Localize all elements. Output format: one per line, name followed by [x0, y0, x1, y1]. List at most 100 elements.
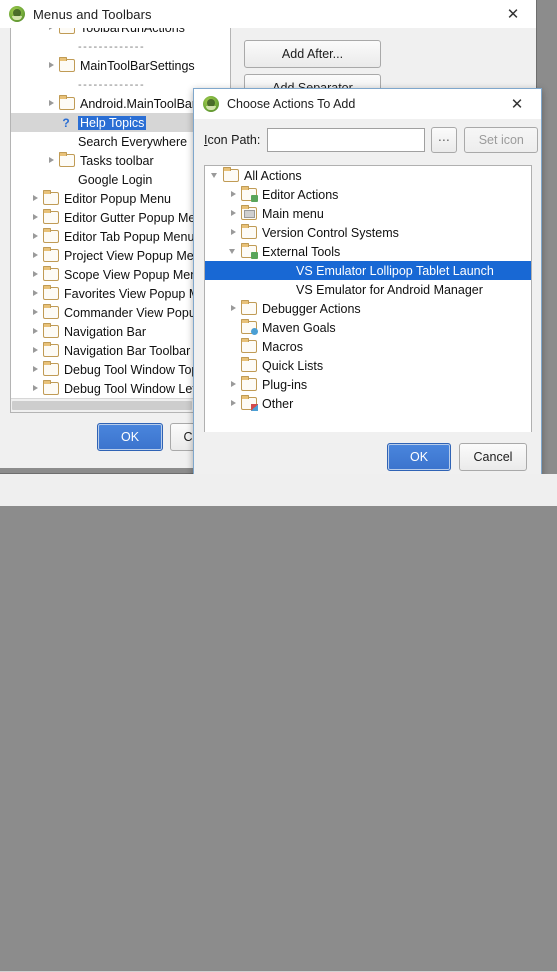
close-icon[interactable]: ✕ [490, 0, 536, 28]
set-icon-button[interactable]: Set icon [464, 127, 539, 153]
tree-row[interactable]: Editor Actions [205, 185, 531, 204]
tree-row[interactable]: Other [205, 394, 531, 413]
folder-icon [43, 209, 59, 224]
chevron-right-icon[interactable] [47, 99, 56, 108]
tree-row-label: ToolbarRunActions [80, 28, 185, 35]
tree-row-label: Navigation Bar [64, 324, 146, 339]
tree-row[interactable]: Plug-ins [205, 375, 531, 394]
chevron-right-icon[interactable] [31, 365, 40, 374]
folder-icon [43, 380, 59, 395]
browse-icon-button[interactable]: ⋯ [431, 127, 458, 153]
chevron-right-icon[interactable] [47, 156, 56, 165]
tree-row-label: Debugger Actions [262, 301, 361, 316]
folder-icon [43, 266, 59, 281]
tree-row[interactable]: Maven Goals [205, 318, 531, 337]
tree-row[interactable]: Debugger Actions [205, 299, 531, 318]
folder-icon [43, 361, 59, 376]
add-after-button[interactable]: Add After... [244, 40, 381, 68]
inner-cancel-button[interactable]: Cancel [459, 443, 527, 471]
chevron-right-icon[interactable] [31, 289, 40, 298]
icon-path-label: Icon Path: [204, 133, 260, 147]
dialog-title: Choose Actions To Add [227, 97, 356, 111]
tree-row-label: Help Topics [78, 115, 147, 130]
inner-ok-button[interactable]: OK [387, 443, 451, 471]
tree-row[interactable]: External Tools [205, 242, 531, 261]
tree-row[interactable]: ToolbarRunActions [11, 28, 230, 37]
chevron-right-icon[interactable] [31, 308, 40, 317]
chevron-right-icon[interactable] [31, 346, 40, 355]
tree-row-label: ------------- [78, 40, 146, 53]
outer-titlebar: Menus and Toolbars ✕ [0, 0, 536, 28]
icon-path-input[interactable] [267, 128, 426, 152]
folder-green-icon [241, 186, 258, 202]
icon-path-row: Icon Path: ⋯ Set icon [194, 119, 541, 161]
idea-app-icon [9, 6, 25, 22]
folder-icon [43, 190, 59, 205]
choose-actions-to-add-dialog: Choose Actions To Add ✕ Icon Path: ⋯ Set… [193, 88, 542, 497]
tree-row-label: Other [262, 396, 294, 411]
tree-row-label: Maven Goals [262, 320, 336, 335]
tree-row-label: Project View Popup Menu [64, 248, 208, 263]
tree-row-label: Plug-ins [262, 377, 308, 392]
tree-row[interactable]: Version Control Systems [205, 223, 531, 242]
tree-row-label: Editor Gutter Popup Menu [64, 210, 210, 225]
folder-multi-icon [241, 395, 258, 411]
folder-icon [43, 342, 59, 357]
tree-row[interactable]: VS Emulator Lollipop Tablet Launch [205, 261, 531, 280]
chevron-right-icon[interactable] [229, 380, 238, 389]
tree-row-label: VS Emulator for Android Manager [296, 282, 483, 297]
inner-titlebar: Choose Actions To Add ✕ [194, 89, 541, 119]
tree-row-label: Main menu [262, 206, 324, 221]
chevron-down-icon[interactable] [229, 247, 238, 256]
chevron-right-icon[interactable] [47, 61, 56, 70]
tree-row-label: Search Everywhere [78, 134, 188, 149]
tree-row[interactable]: MainToolBarSettings [11, 56, 230, 75]
outer-ok-button[interactable]: OK [97, 423, 163, 451]
chevron-right-icon[interactable] [47, 28, 56, 32]
chevron-right-icon[interactable] [31, 194, 40, 203]
folder-icon [241, 224, 257, 239]
tree-row[interactable]: All Actions [205, 166, 531, 185]
idea-app-icon [203, 96, 219, 112]
tree-row[interactable]: Macros [205, 337, 531, 356]
chevron-right-icon[interactable] [31, 327, 40, 336]
page-bottom-area [0, 474, 557, 972]
tree-row[interactable]: VS Emulator for Android Manager [205, 280, 531, 299]
folder-icon [43, 323, 59, 338]
chevron-right-icon[interactable] [229, 228, 238, 237]
chevron-right-icon[interactable] [229, 190, 238, 199]
chevron-right-icon[interactable] [31, 251, 40, 260]
folder-icon [59, 28, 75, 34]
folder-icon [43, 247, 59, 262]
tree-row-label: Editor Tab Popup Menu [64, 229, 195, 244]
chevron-right-icon[interactable] [229, 399, 238, 408]
chevron-right-icon[interactable] [229, 304, 238, 313]
folder-icon [241, 300, 257, 315]
chevron-right-icon[interactable] [31, 213, 40, 222]
close-icon[interactable]: ✕ [499, 89, 535, 119]
icon-path-label-rest: con Path: [207, 133, 261, 147]
tree-row-label: ------------- [78, 78, 146, 91]
tree-row[interactable]: ------------- [11, 37, 230, 56]
chevron-down-icon[interactable] [211, 171, 220, 180]
tree-row-label: VS Emulator Lollipop Tablet Launch [296, 263, 494, 278]
chevron-right-icon[interactable] [229, 209, 238, 218]
tree-row[interactable]: Quick Lists [205, 356, 531, 375]
tree-row-label: Google Login [78, 172, 153, 187]
folder-icon [241, 357, 257, 372]
folder-icon [241, 376, 257, 391]
tree-row-label: External Tools [262, 244, 341, 259]
chevron-right-icon[interactable] [31, 384, 40, 393]
chevron-right-icon[interactable] [31, 232, 40, 241]
chevron-right-icon[interactable] [31, 270, 40, 279]
tree-row[interactable]: Main menu [205, 204, 531, 223]
scrollbar-thumb[interactable] [12, 401, 192, 410]
folder-icon [59, 57, 75, 72]
